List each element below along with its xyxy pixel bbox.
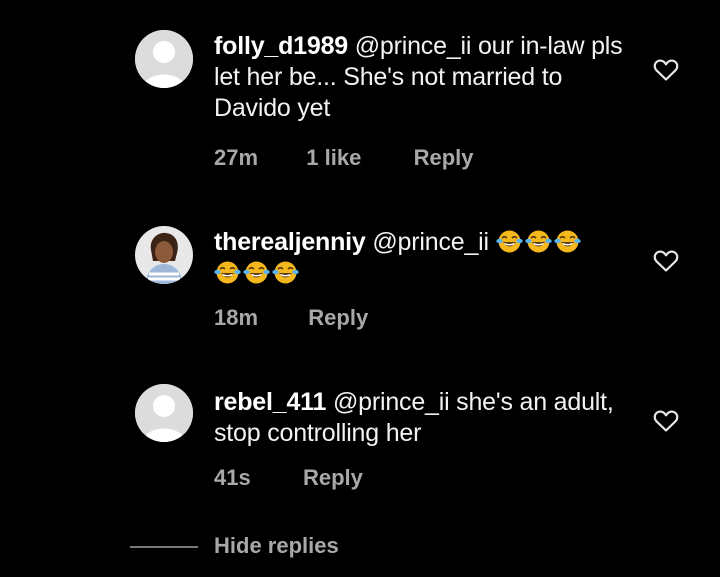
default-avatar-icon — [135, 30, 193, 88]
comment-username[interactable]: rebel_411 — [214, 388, 326, 416]
face-with-tears-of-joy-icon — [214, 261, 241, 284]
reply-button[interactable]: Reply — [414, 145, 474, 171]
comment-meta: 41s Reply — [214, 465, 363, 491]
heart-outline-icon[interactable] — [653, 409, 679, 433]
emoji-group — [214, 259, 301, 287]
comment-text: folly_d1989 @prince_ii our in-law pls le… — [214, 31, 634, 124]
comment-meta: 18m Reply — [214, 305, 368, 331]
face-with-tears-of-joy-icon — [553, 230, 581, 253]
hide-replies-button[interactable]: Hide replies — [214, 533, 339, 559]
face-with-tears-of-joy-icon — [243, 261, 270, 284]
comment-likes[interactable]: 1 like — [306, 145, 361, 171]
comment-time: 18m — [214, 305, 259, 330]
emoji-group — [495, 228, 583, 256]
divider — [130, 546, 198, 548]
comment-meta: 27m 1 like Reply — [214, 145, 474, 171]
face-with-tears-of-joy-icon — [272, 261, 299, 284]
comment-text: therealjenniy @prince_ii — [214, 227, 634, 289]
comment-time: 27m — [214, 145, 259, 170]
avatar[interactable] — [135, 384, 193, 442]
heart-outline-icon[interactable] — [653, 249, 679, 273]
avatar[interactable] — [135, 226, 193, 284]
reply-button[interactable]: Reply — [303, 465, 363, 491]
comment-text: rebel_411 @prince_ii she's an adult, sto… — [214, 387, 634, 449]
default-avatar-icon — [135, 384, 193, 442]
comment-body: @prince_ii — [372, 228, 489, 256]
hide-replies-row[interactable]: Hide replies — [0, 531, 720, 561]
avatar[interactable] — [135, 30, 193, 88]
profile-photo-icon — [135, 226, 193, 284]
comment-username[interactable]: folly_d1989 — [214, 32, 348, 60]
reply-button[interactable]: Reply — [308, 305, 368, 331]
comment-username[interactable]: therealjenniy — [214, 228, 366, 256]
heart-outline-icon[interactable] — [653, 58, 679, 82]
comment-time: 41s — [214, 465, 251, 490]
face-with-tears-of-joy-icon — [524, 230, 552, 253]
face-with-tears-of-joy-icon — [495, 230, 523, 253]
